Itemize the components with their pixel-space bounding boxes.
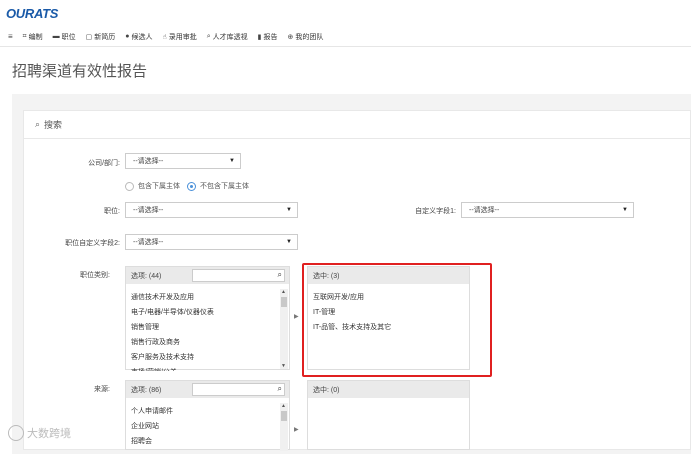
caret-down-icon: ▼ bbox=[622, 207, 628, 213]
list-item[interactable]: 市场/营销/公关 bbox=[126, 365, 289, 371]
briefcase-icon: ▬ bbox=[52, 33, 60, 40]
nav-item-reports[interactable]: ▮ 报告 bbox=[258, 32, 278, 42]
user-icon: ● bbox=[125, 33, 130, 40]
list-item[interactable]: 个人申请邮件 bbox=[126, 404, 289, 419]
custom-field-1-label: 自定义字段1: bbox=[415, 208, 456, 215]
category-search-input[interactable]: ⌕ bbox=[192, 269, 285, 282]
org-chart-icon: ⌗ bbox=[22, 32, 27, 40]
list-item[interactable]: 企业网站 bbox=[126, 419, 289, 434]
company-select[interactable]: --请选择-- ▼ bbox=[125, 153, 241, 169]
caret-down-icon: ▼ bbox=[229, 158, 235, 164]
hand-icon: ☝ bbox=[162, 33, 167, 41]
scroll-thumb[interactable] bbox=[281, 411, 287, 421]
team-icon: ⊕ bbox=[287, 33, 294, 41]
radio-include[interactable] bbox=[125, 181, 134, 191]
list-item[interactable]: 通信技术开发及应用 bbox=[126, 290, 289, 305]
source-label: 来源: bbox=[94, 386, 110, 393]
category-options-list: 通信技术开发及应用 电子/电器/半导体/仪器仪表 销售管理 销售行政及商务 客户… bbox=[126, 284, 289, 371]
source-options-list: 个人申请邮件 企业网站 招聘会 bbox=[126, 398, 289, 449]
caret-down-icon: ▼ bbox=[286, 207, 292, 213]
custom-field-1-select[interactable]: --请选择-- ▼ bbox=[461, 202, 634, 218]
move-right-icon[interactable]: ▶ bbox=[294, 313, 299, 320]
hamburger-icon[interactable]: ≡ bbox=[8, 32, 13, 41]
magnifier-icon[interactable]: ⌕ bbox=[278, 270, 282, 280]
list-item[interactable]: 销售管理 bbox=[126, 320, 289, 335]
bar-chart-icon: ▮ bbox=[257, 33, 262, 41]
nav-item-candidates[interactable]: ● 候选人 bbox=[125, 32, 152, 42]
search-icon: ⌕ bbox=[206, 32, 211, 40]
source-options-box: 选项: (86) ⌕ 个人申请邮件 企业网站 招聘会 ▲ bbox=[125, 380, 290, 451]
nav-item-positions[interactable]: ▬ 职位 bbox=[53, 32, 76, 42]
position-label: 职位: bbox=[104, 208, 120, 215]
scroll-up-icon[interactable]: ▲ bbox=[281, 403, 286, 409]
move-right-icon[interactable]: ▶ bbox=[294, 426, 299, 433]
main-nav: ≡ ⌗ 编制 ▬ 职位 ▢ 新简历 ● 候选人 ☝ 录用审批 ⌕ 人才库透视 ▮ 报告 ⊕ 我的… bbox=[0, 27, 691, 47]
document-icon: ▢ bbox=[85, 33, 93, 41]
source-search-input[interactable]: ⌕ bbox=[192, 383, 285, 396]
category-options-box: 选项: (44) ⌕ 通信技术开发及应用 电子/电器/半导体/仪器仪表 销售管理… bbox=[125, 266, 290, 371]
scroll-up-icon[interactable]: ▲ bbox=[281, 289, 286, 295]
scroll-down-icon[interactable]: ▼ bbox=[281, 363, 286, 369]
magnifier-icon[interactable]: ⌕ bbox=[278, 384, 282, 394]
source-scrollbar[interactable]: ▲ bbox=[280, 403, 288, 451]
list-item[interactable]: 客户服务及技术支持 bbox=[126, 350, 289, 365]
list-item[interactable]: 电子/电器/半导体/仪器仪表 bbox=[126, 305, 289, 320]
category-scrollbar[interactable]: ▲ ▼ bbox=[280, 289, 288, 369]
subsidiary-radio-group: 包含下属主体 不包含下属主体 bbox=[125, 181, 249, 191]
search-icon: ⌕ bbox=[35, 119, 41, 129]
nav-item-talent-pool[interactable]: ⌕ 人才库透视 bbox=[207, 32, 248, 42]
custom-field-2-select[interactable]: --请选择-- ▼ bbox=[125, 234, 298, 250]
logo[interactable]: OURATS bbox=[6, 6, 58, 21]
radio-exclude-label: 不包含下属主体 bbox=[200, 183, 249, 190]
company-label: 公司/部门: bbox=[88, 160, 120, 167]
search-card-header[interactable]: ⌕ 搜索 bbox=[24, 111, 690, 139]
nav-item-new-resume[interactable]: ▢ 新简历 bbox=[86, 32, 116, 42]
radio-exclude[interactable] bbox=[187, 181, 196, 191]
radio-include-label: 包含下属主体 bbox=[138, 183, 180, 190]
nav-item-approval[interactable]: ☝ 录用审批 bbox=[162, 32, 196, 42]
nav-item-org[interactable]: ⌗ 编制 bbox=[23, 32, 43, 42]
list-item[interactable]: 招聘会 bbox=[126, 434, 289, 449]
custom-field-2-label: 职位自定义字段2: bbox=[65, 240, 120, 247]
highlight-box bbox=[302, 263, 492, 377]
top-bar: OURATS bbox=[0, 0, 691, 27]
source-selected-header: 选中: (0) bbox=[308, 381, 469, 398]
source-selected-box: 选中: (0) bbox=[307, 380, 470, 450]
nav-item-my-team[interactable]: ⊕ 我的团队 bbox=[288, 32, 324, 42]
caret-down-icon: ▼ bbox=[286, 239, 292, 245]
watermark: 大数跨境 bbox=[8, 425, 71, 441]
category-label: 职位类别: bbox=[80, 272, 110, 279]
list-item[interactable]: 销售行政及商务 bbox=[126, 335, 289, 350]
watermark-logo-icon bbox=[8, 425, 24, 441]
position-select[interactable]: --请选择-- ▼ bbox=[125, 202, 298, 218]
scroll-thumb[interactable] bbox=[281, 297, 287, 307]
page-title: 招聘渠道有效性报告 bbox=[12, 63, 148, 80]
